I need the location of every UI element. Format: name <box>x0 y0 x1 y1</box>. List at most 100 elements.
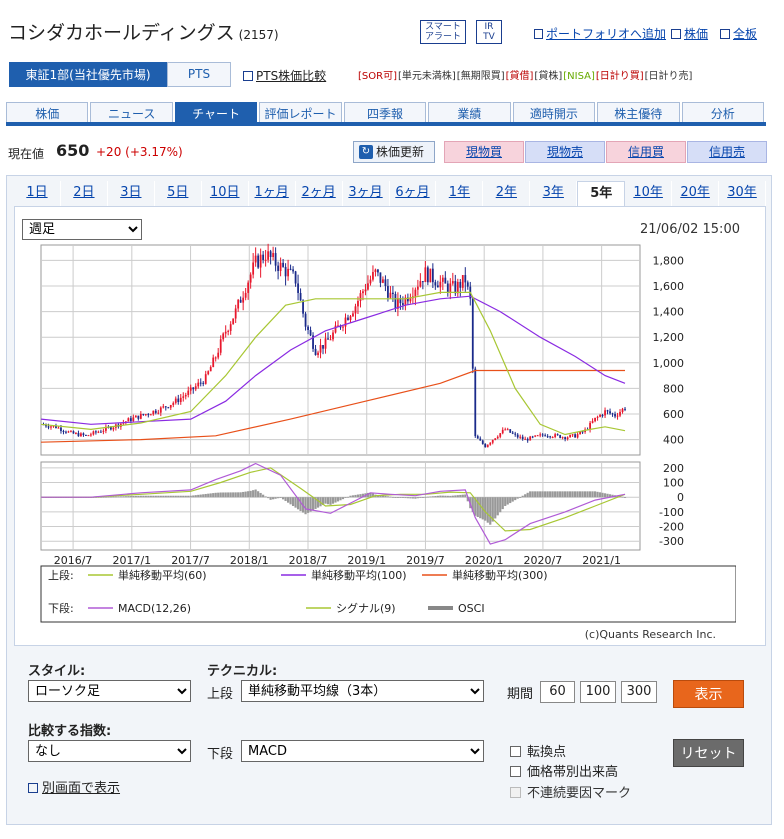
interval-select[interactable]: 週足 <box>22 219 142 240</box>
reset-button[interactable]: リセット <box>673 739 744 767</box>
osci-bar <box>222 492 225 498</box>
osci-bar <box>249 490 252 498</box>
period-input-3[interactable]: 300 <box>621 681 657 703</box>
candle-body <box>556 434 559 436</box>
compare-select[interactable]: なし <box>28 740 191 762</box>
osci-bar <box>184 495 187 498</box>
candle-body <box>571 434 574 436</box>
period-2y[interactable]: 2年 <box>483 181 531 207</box>
osci-bar <box>234 492 237 498</box>
checkbox-volume-profile[interactable]: 価格帯別出来高 <box>510 761 618 780</box>
osci-bar <box>406 497 409 499</box>
current-price-label: 現在値 <box>8 147 45 161</box>
checkbox-icon[interactable] <box>510 746 521 757</box>
tab-yutai[interactable]: 株主優待 <box>597 102 680 122</box>
tab-shikiho[interactable]: 四季報 <box>343 102 427 122</box>
osci-bar <box>169 495 172 498</box>
tab-kabuka[interactable]: 株価 <box>6 102 89 122</box>
candle-body <box>297 283 299 293</box>
period-5d[interactable]: 5日 <box>155 181 202 207</box>
period-10d[interactable]: 10日 <box>202 181 249 207</box>
osci-bar <box>247 491 250 498</box>
checkbox-icon[interactable] <box>510 766 521 777</box>
pts-compare-link[interactable]: PTS株価比較 <box>243 67 326 84</box>
candle-body <box>611 413 614 415</box>
candle-body <box>419 281 422 287</box>
shinyo-sell-button[interactable]: 信用売 <box>687 141 767 163</box>
tab-analysis[interactable]: 分析 <box>681 102 764 122</box>
period-1y[interactable]: 1年 <box>436 181 484 207</box>
candle-body <box>529 436 532 441</box>
period-10y[interactable]: 10年 <box>625 181 673 207</box>
candle-body <box>451 281 454 284</box>
period-3m[interactable]: 3ヶ月 <box>343 181 390 207</box>
candle-body <box>574 434 577 438</box>
lower-y-tick-label: 100 <box>663 477 684 490</box>
period-20y[interactable]: 20年 <box>672 181 720 207</box>
style-select[interactable]: ローソク足 <box>28 680 191 702</box>
candle-body <box>247 282 250 293</box>
osci-bar <box>401 497 404 498</box>
osci-bar <box>486 497 489 523</box>
upper-technical-select[interactable]: 単純移動平均線（3本） <box>241 680 484 702</box>
checkbox-tenkanten[interactable]: 転換点 <box>510 741 566 760</box>
tab-report[interactable]: 評価レポート <box>259 102 342 122</box>
period-5y[interactable]: 5年 <box>577 181 626 207</box>
zenban-link[interactable]: 全板 <box>720 25 757 42</box>
genbutsu-buy-button[interactable]: 現物買 <box>444 141 524 163</box>
upper-frame <box>40 244 641 456</box>
candle-body <box>392 292 394 294</box>
refresh-price-button[interactable]: ↻ 株価更新 <box>353 141 435 163</box>
osci-bar <box>279 497 282 498</box>
candle-body <box>604 410 606 416</box>
osci-bar <box>114 496 117 498</box>
period-3d[interactable]: 3日 <box>108 181 155 207</box>
add-portfolio-link[interactable]: ポートフォリオへ追加 <box>534 25 666 42</box>
period-2d[interactable]: 2日 <box>61 181 108 207</box>
candle-body <box>461 275 464 288</box>
tab-gyoseki[interactable]: 業績 <box>428 102 511 122</box>
candle-body <box>342 326 344 328</box>
candle-body <box>561 437 564 439</box>
osci-bar <box>494 497 497 519</box>
shinyo-buy-button[interactable]: 信用買 <box>606 141 686 163</box>
smart-alert-button[interactable]: スマート アラート <box>420 20 466 44</box>
period-input-1[interactable]: 60 <box>540 681 575 703</box>
legend-lower-prefix: 下段: <box>48 601 74 615</box>
pts-tab[interactable]: PTS <box>167 62 231 87</box>
osci-bar <box>289 497 292 505</box>
irtv-button[interactable]: IR TV <box>476 20 502 44</box>
candle-body <box>594 417 596 422</box>
osci-bar <box>603 493 607 498</box>
period-input-2[interactable]: 100 <box>580 681 616 703</box>
x-tick-label: 2017/7 <box>171 554 210 567</box>
period-2m[interactable]: 2ヶ月 <box>296 181 343 207</box>
lower-technical-select[interactable]: MACD <box>241 740 484 762</box>
show-button[interactable]: 表示 <box>673 680 744 708</box>
osci-bar <box>212 493 215 498</box>
genbutsu-sell-button[interactable]: 現物売 <box>525 141 605 163</box>
upper-y-ticks: 1,800 1,600 1,400 1,200 1,000 800 600 400 <box>653 254 685 446</box>
period-1d[interactable]: 1日 <box>14 181 61 207</box>
candle-body <box>429 268 432 283</box>
x-tick-label: 2019/1 <box>347 554 386 567</box>
open-new-window-link[interactable]: 別画面で表示 <box>28 777 120 796</box>
osci-bar <box>229 492 232 498</box>
candle-body <box>212 357 215 368</box>
tab-news[interactable]: ニュース <box>90 102 173 122</box>
window-icon <box>720 29 730 39</box>
candle-body <box>197 382 200 387</box>
period-6m[interactable]: 6ヶ月 <box>390 181 437 207</box>
period-1m[interactable]: 1ヶ月 <box>249 181 296 207</box>
period-30y[interactable]: 30年 <box>719 181 766 207</box>
tab-disclosure[interactable]: 適時開示 <box>512 102 596 122</box>
period-3y[interactable]: 3年 <box>530 181 578 207</box>
price-change: +20 (+3.17%) <box>96 145 183 159</box>
osci-bar <box>583 491 587 498</box>
tab-chart[interactable]: チャート <box>174 102 258 122</box>
market-selected-tab[interactable]: 東証1部(当社優先市場) <box>9 62 167 87</box>
osci-bar <box>344 497 347 499</box>
osci-bar <box>596 491 599 498</box>
candle-body <box>506 429 509 431</box>
kabuka-link[interactable]: 株価 <box>671 25 708 42</box>
